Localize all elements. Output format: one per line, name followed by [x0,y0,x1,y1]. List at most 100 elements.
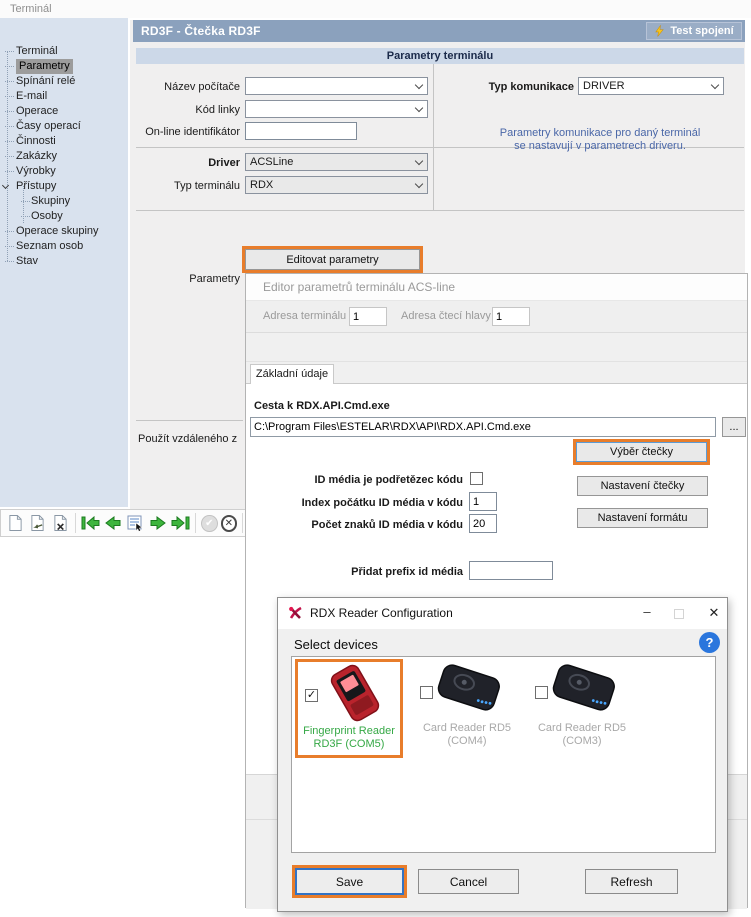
communication-type-combobox[interactable]: DRIVER [578,77,724,95]
minimize-icon[interactable]: – [639,604,655,619]
tree-branch-line [5,156,14,157]
sidebar-item-termin-l[interactable]: Terminál [0,44,128,59]
substring-checkbox[interactable] [470,472,483,485]
sidebar-item-p-stupy[interactable]: Přístupy [0,179,128,194]
sidebar-item--innosti[interactable]: Činnosti [0,134,128,149]
edit-params-highlight: Editovat parametry [242,246,423,273]
record-title: RD3F - Čtečka RD3F [141,24,261,38]
rdx-dialog-title: RDX Reader Configuration [310,606,453,620]
first-record-icon[interactable] [81,513,101,533]
remote-label: Použít vzdáleného z [138,433,243,445]
tree-branch-line [21,201,30,202]
next-record-icon[interactable] [148,513,167,533]
tab-basic-data[interactable]: Základní údaje [250,364,334,384]
sidebar-item-sp-n-n-rel-[interactable]: Spínání relé [0,74,128,89]
refresh-button[interactable]: Refresh [585,869,678,894]
sidebar-item--asy-operac-[interactable]: Časy operací [0,119,128,134]
exe-path-input[interactable] [250,417,716,437]
new-record-icon[interactable] [6,513,25,533]
sidebar-item-label: Terminál [16,44,58,59]
device-item-1[interactable]: ✓Fingerprint ReaderRD3F (COM5) [295,659,403,758]
sidebar-item-skupiny[interactable]: Skupiny [0,194,128,209]
sidebar-item-osoby[interactable]: Osoby [0,209,128,224]
chevron-down-icon [415,81,423,89]
terminal-address-label: Adresa terminálu [263,310,346,322]
tree-branch-line [5,126,14,127]
reader-select-button[interactable]: Výběr čtečky [576,442,707,462]
sidebar-item-label: Spínání relé [16,74,75,89]
driver-combobox[interactable]: ACSLine [245,153,428,171]
prior-record-icon[interactable] [104,513,123,533]
driver-value: ACSLine [250,156,409,168]
refresh-list-icon[interactable] [126,513,145,533]
card-reader-image [430,661,510,719]
sidebar-item-v-robky[interactable]: Výrobky [0,164,128,179]
index-label: Index počátku ID média v kódu [246,497,463,509]
char-count-input[interactable] [469,514,497,533]
terminal-address-input[interactable] [349,307,387,326]
prefix-input[interactable] [469,561,553,580]
sidebar-item-operace[interactable]: Operace [0,104,128,119]
computer-name-combobox[interactable] [245,77,428,95]
sidebar-item-operace-skupiny[interactable]: Operace skupiny [0,224,128,239]
confirm-icon[interactable]: ✔ [201,515,217,532]
test-connection-button[interactable]: Test spojení [646,22,742,40]
communication-type-label: Typ komunikace [434,81,574,93]
index-input[interactable] [469,492,497,511]
head-address-input[interactable] [492,307,530,326]
sidebar-item-label: Operace [16,104,58,119]
close-icon[interactable]: ✕ [706,605,722,621]
exe-path-label: Cesta k RDX.API.Cmd.exe [254,400,504,412]
sidebar-item-parametry[interactable]: Parametry [0,59,128,74]
sidebar-item-e-mail[interactable]: E-mail [0,89,128,104]
tree-branch-line [5,261,14,262]
sidebar-item-stav[interactable]: Stav [0,254,128,269]
cancel-button[interactable]: Cancel [418,869,519,894]
cancel-icon[interactable]: ✕ [221,515,237,532]
fingerprint-reader-image [315,664,395,722]
device-label-line2: (COM3) [524,735,640,748]
format-settings-button[interactable]: Nastavení formátu [577,508,708,528]
expander-chevron-icon[interactable] [2,182,9,189]
toolbar-separator [242,513,243,533]
last-record-icon[interactable] [170,513,190,533]
tree-branch-line [5,111,14,112]
device-label-line1: Card Reader RD5 [409,722,525,735]
browse-button[interactable]: ... [722,417,746,437]
editor-address-band: Adresa terminálu Adresa čtecí hlavy [246,300,747,333]
device-label: Fingerprint ReaderRD3F (COM5) [294,725,404,751]
screenshot-root: Terminál TerminálParametrySpínání reléE-… [0,0,751,917]
reader-settings-button[interactable]: Nastavení čtečky [577,476,708,496]
navigation-tree: TerminálParametrySpínání reléE-mailOpera… [0,18,128,507]
prefix-label: Přidat prefix id média [246,566,463,578]
test-connection-label: Test spojení [670,25,733,37]
device-label-line2: RD3F (COM5) [294,738,404,751]
edit-params-button[interactable]: Editovat parametry [245,249,420,270]
sidebar-item-label: Časy operací [16,119,81,134]
terminal-type-combobox[interactable]: RDX [245,176,428,194]
divider [136,210,744,211]
tree-branch-line [5,141,14,142]
hint-line-2: se nastavují v parametrech driveru. [455,140,745,153]
post-record-icon[interactable] [28,513,47,533]
window-title: Terminál [10,3,52,15]
save-button[interactable]: Save [295,868,404,895]
sidebar-item-label: E-mail [16,89,47,104]
sidebar-item-seznam-osob[interactable]: Seznam osob [0,239,128,254]
device-item-2[interactable]: Card Reader RD5(COM4) [413,659,521,758]
toolbar-separator [75,513,76,533]
line-code-combobox[interactable] [245,100,428,118]
delete-record-icon[interactable] [50,513,69,533]
tree-branch-line [5,51,14,52]
sidebar-item-label: Stav [16,254,38,269]
rdx-titlebar[interactable]: RDX Reader Configuration – ✕ [278,598,727,629]
sidebar-item-zak-zky[interactable]: Zakázky [0,149,128,164]
tree-branch-line [5,96,14,97]
sidebar-item-label: Osoby [31,209,63,224]
device-item-3[interactable]: Card Reader RD5(COM3) [528,659,636,758]
online-id-input[interactable] [245,122,357,140]
help-icon[interactable]: ? [699,632,720,653]
sidebar-item-label: Operace skupiny [16,224,99,239]
device-label-line1: Fingerprint Reader [294,725,404,738]
device-label-line2: (COM4) [409,735,525,748]
